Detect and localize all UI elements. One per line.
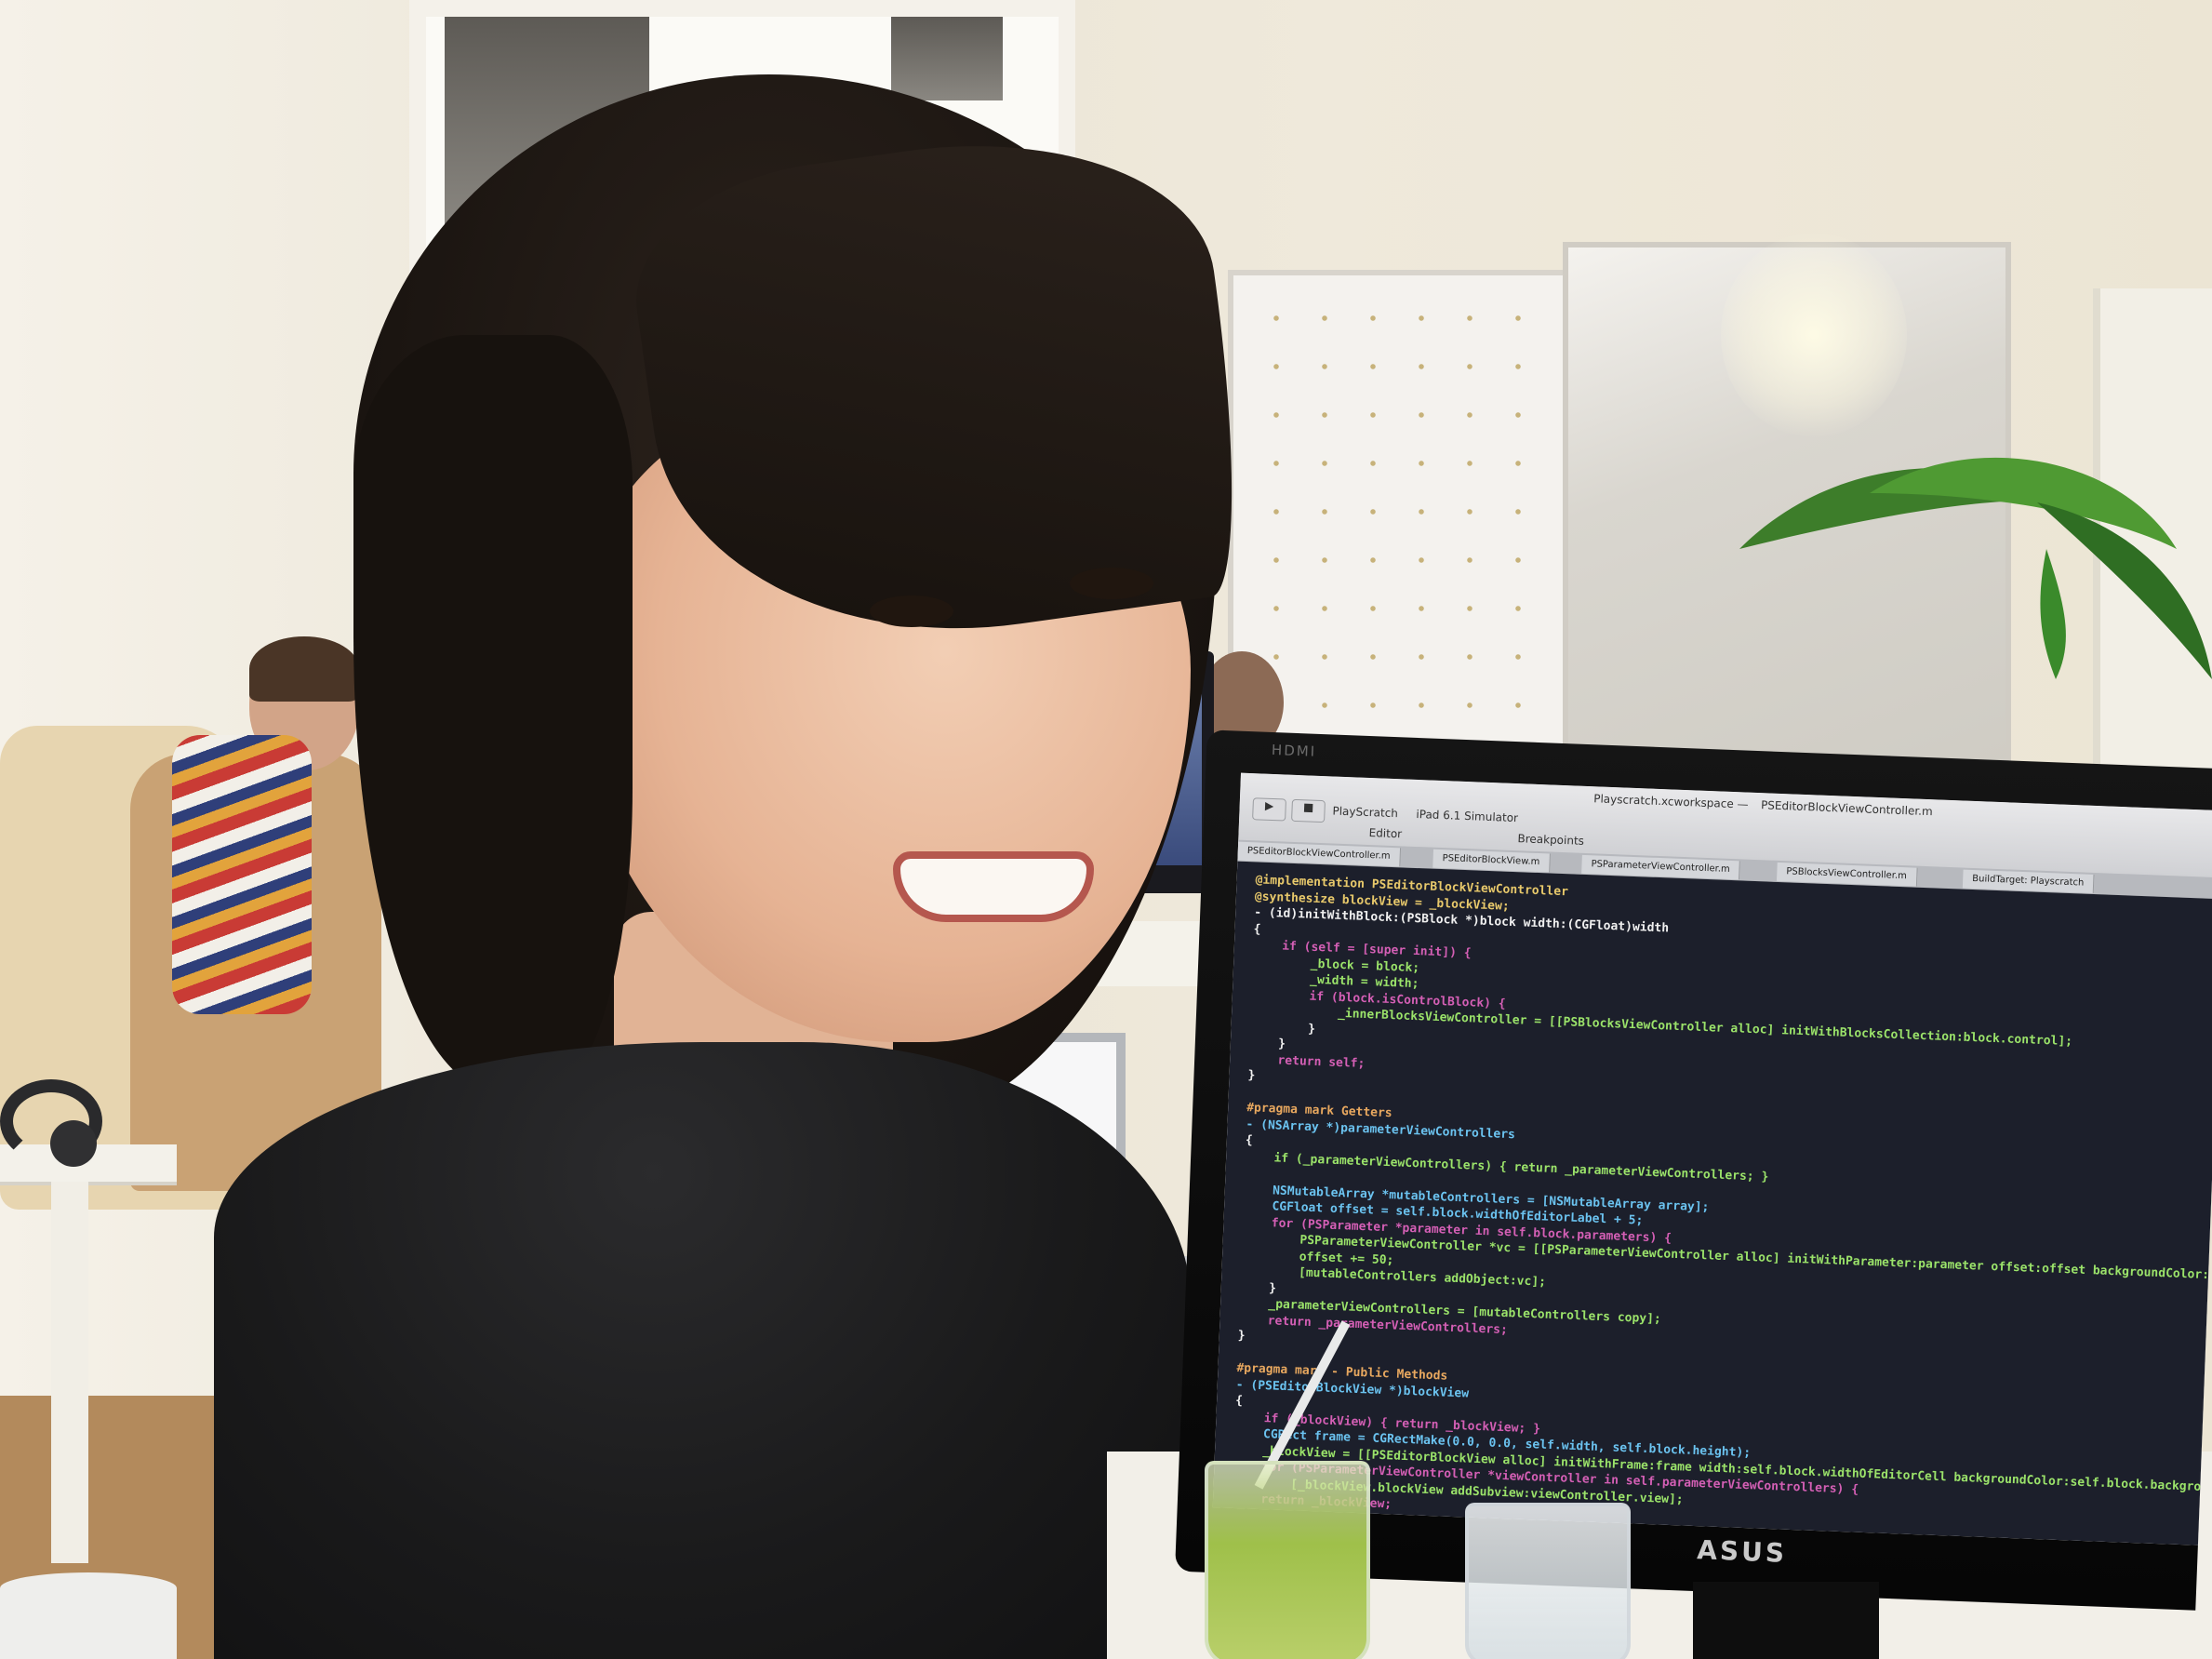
- window-title: Playscratch.xcworkspace —: [1592, 792, 1749, 811]
- photo-scene: HDMI ▶ ■ PlayScratch iPad 6.1 Simulator …: [0, 0, 2212, 1659]
- code-line: if (_parameterViewControllers) { return …: [1244, 1149, 1769, 1184]
- breakpoints-label[interactable]: Breakpoints: [1517, 832, 1584, 848]
- monitor-hdmi-label: HDMI: [1271, 741, 1317, 760]
- water-cup: [1465, 1503, 1631, 1659]
- code-line: {: [1245, 1133, 1253, 1148]
- stop-button[interactable]: ■: [1291, 798, 1326, 823]
- code-line: {: [1253, 921, 1261, 937]
- monitor-brand-logo: ASUS: [1696, 1534, 1788, 1569]
- pegboard: [1228, 270, 1611, 765]
- desk-leg: [51, 1182, 88, 1563]
- code-line: }: [1249, 1019, 1316, 1037]
- monitor-screen: ▶ ■ PlayScratch iPad 6.1 Simulator Plays…: [1212, 772, 2212, 1545]
- monitor-stand: [1693, 1582, 1879, 1659]
- code-line: }: [1239, 1279, 1277, 1296]
- plant-leaf: [2040, 549, 2066, 679]
- plant: [1739, 457, 2212, 679]
- device-selector[interactable]: iPad 6.1 Simulator: [1416, 808, 1518, 824]
- window-file-name: PSEditorBlockViewController.m: [1760, 798, 1933, 819]
- scheme-selector[interactable]: PlayScratch: [1332, 805, 1398, 821]
- headphones: [0, 1079, 102, 1167]
- code-line: [mutableControllers addObject:vc];: [1240, 1264, 1547, 1290]
- waste-bin: [0, 1572, 177, 1659]
- editor-label[interactable]: Editor: [1368, 826, 1402, 840]
- woman-eye: [1070, 568, 1153, 599]
- window-pane: [891, 17, 1003, 100]
- code-editor[interactable]: @implementation PSEditorBlockViewControl…: [1212, 861, 2212, 1545]
- coworker-hair: [249, 636, 359, 702]
- code-line: - (NSArray *)parameterViewControllers: [1246, 1117, 1516, 1142]
- run-button[interactable]: ▶: [1252, 797, 1286, 822]
- woman-black-shirt: [214, 1042, 1191, 1659]
- striped-scarf: [172, 735, 312, 1014]
- code-line: }: [1248, 1036, 1286, 1051]
- woman-eye: [870, 595, 953, 627]
- code-line: return self;: [1247, 1051, 1366, 1071]
- code-line: }: [1247, 1068, 1256, 1083]
- light-reflection: [1721, 233, 1907, 437]
- code-line: {: [1234, 1393, 1244, 1409]
- code-line: }: [1237, 1329, 1246, 1344]
- green-drink-cup: [1205, 1461, 1370, 1659]
- woman-smile: [893, 851, 1094, 922]
- code-line: _innerBlocksViewController = [[PSBlocksV…: [1249, 1003, 2073, 1050]
